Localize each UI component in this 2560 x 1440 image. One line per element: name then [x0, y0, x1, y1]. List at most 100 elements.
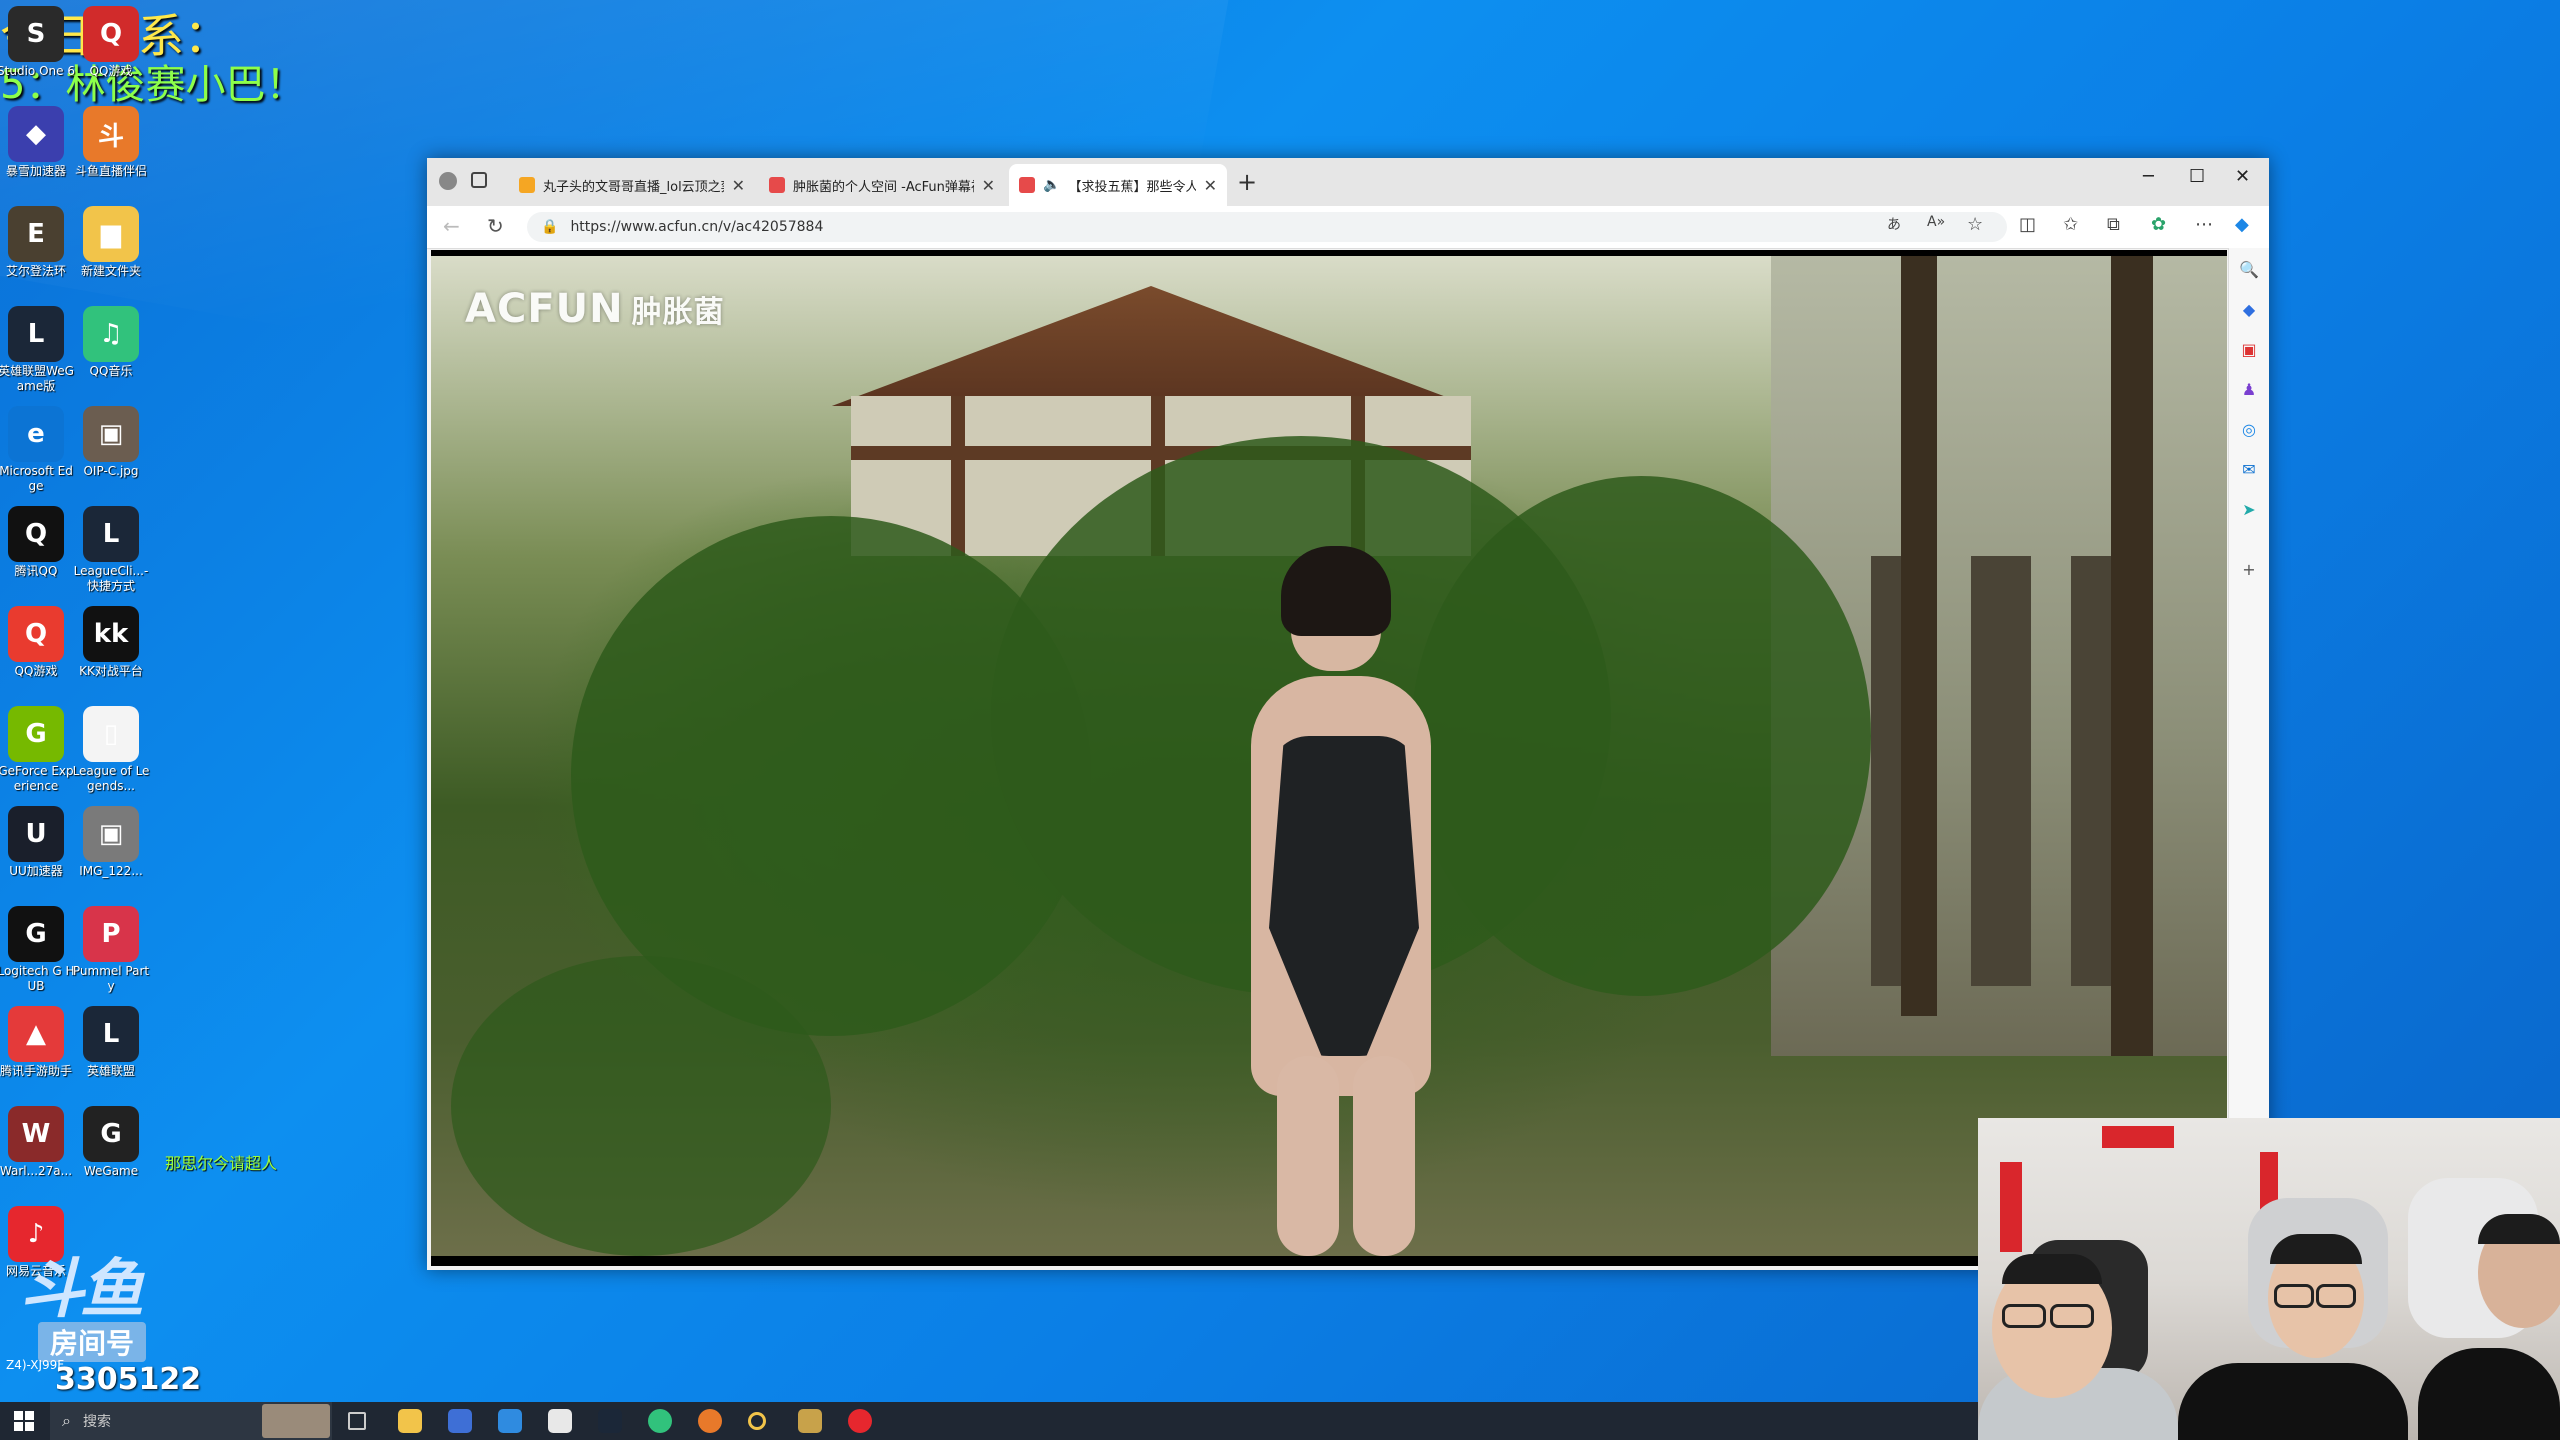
room-number: 3305122: [55, 1362, 202, 1397]
split-screen-icon[interactable]: ◫: [2019, 214, 2036, 235]
read-aloud-icon[interactable]: A»: [1927, 214, 1945, 230]
webcam-banner: [2102, 1126, 2174, 1148]
mail-icon[interactable]: [498, 1409, 522, 1433]
desktop-icon[interactable]: ▯ League of Legends...: [72, 706, 150, 794]
acfun-watermark: ACFUN 肿胀菌: [465, 286, 725, 332]
desktop-icon[interactable]: ♫ QQ音乐: [72, 306, 150, 379]
video-bush: [451, 956, 831, 1256]
video-player[interactable]: ACFUN 肿胀菌: [431, 250, 2227, 1266]
taskbar: ⌕ 搜索: [0, 1402, 1978, 1440]
new-tab-button[interactable]: +: [1237, 168, 1257, 196]
store-icon[interactable]: [448, 1409, 472, 1433]
app-icon[interactable]: [598, 1409, 622, 1433]
tab-acfun-video[interactable]: 🔈 【求投五蕉】那些令人心动 ✕: [1009, 164, 1227, 206]
tools-icon[interactable]: ▣: [2239, 340, 2259, 360]
back-button[interactable]: ←: [443, 214, 460, 238]
tab-audio-icon[interactable]: 🔈: [1043, 177, 1060, 193]
profile-icon[interactable]: [439, 172, 457, 190]
desktop-app-icon: e: [8, 406, 64, 462]
extensions-icon[interactable]: ✿: [2151, 214, 2166, 235]
add-sidebar-icon[interactable]: +: [2239, 560, 2259, 580]
desktop-icon[interactable]: G Logitech G HUB: [0, 906, 75, 994]
desktop-icon[interactable]: Q QQ游戏: [72, 6, 150, 79]
desktop-icon-label: 斗鱼直播伴侣: [74, 164, 147, 178]
desktop-app-icon: ▯: [83, 706, 139, 762]
desktop-app-icon: S: [8, 6, 64, 62]
desktop-icon[interactable]: ▣ OIP-C.jpg: [72, 406, 150, 479]
netease-music-icon[interactable]: [848, 1409, 872, 1433]
desktop-icon-label: UU加速器: [9, 864, 63, 878]
start-button[interactable]: [14, 1411, 34, 1431]
tab-close-icon[interactable]: ✕: [732, 176, 745, 195]
desktop-icon[interactable]: ▲ 腾讯手游助手: [0, 1006, 75, 1079]
desktop-icon[interactable]: ▆ 新建文件夹: [72, 206, 150, 279]
douyu-logo-mark: 斗鱼: [20, 1253, 144, 1327]
close-button[interactable]: ✕: [2235, 166, 2250, 187]
desktop-icon[interactable]: W Warl...27a...: [0, 1106, 75, 1179]
desktop-icon-label: OIP-C.jpg: [83, 464, 139, 478]
outlook-icon[interactable]: ✉: [2239, 460, 2259, 480]
webcam-person-hair: [2002, 1254, 2102, 1284]
tab-actions-icon[interactable]: [471, 172, 487, 188]
search-highlight-image-icon[interactable]: [262, 1404, 330, 1438]
desktop-icon[interactable]: L 英雄联盟WeGame版: [0, 306, 75, 394]
desktop-app-icon: G: [8, 706, 64, 762]
copilot-icon[interactable]: ◆: [2235, 214, 2249, 235]
desktop-icon[interactable]: ◆ 暴雪加速器: [0, 106, 75, 179]
favorite-star-icon[interactable]: ☆: [1967, 214, 1983, 235]
desktop-icon[interactable]: G WeGame: [72, 1106, 150, 1179]
webcam-overlay: [1978, 1118, 2560, 1440]
desktop-icon[interactable]: kk KK对战平台: [72, 606, 150, 679]
office-icon[interactable]: ◎: [2239, 420, 2259, 440]
shopping-icon[interactable]: ◆: [2239, 300, 2259, 320]
qq-music-icon[interactable]: [648, 1409, 672, 1433]
desktop-icon[interactable]: E 艾尔登法环: [0, 206, 75, 279]
tab-acfun-space[interactable]: 肿胀菌的个人空间 -AcFun弹幕视 ✕: [759, 164, 1005, 206]
desktop-icon[interactable]: G GeForce Experience: [0, 706, 75, 794]
desktop-icon[interactable]: L 英雄联盟: [72, 1006, 150, 1079]
desktop-app-icon: W: [8, 1106, 64, 1162]
desktop-icon[interactable]: Q QQ游戏: [0, 606, 75, 679]
more-menu-icon[interactable]: ⋯: [2195, 214, 2213, 235]
tab-douyu-stream[interactable]: 丸子头的文哥哥直播_lol云顶之弈 ✕: [509, 164, 755, 206]
desktop-icon-label: QQ音乐: [89, 364, 133, 378]
tab-close-icon[interactable]: ✕: [1204, 176, 1217, 195]
send-icon[interactable]: ➤: [2239, 500, 2259, 520]
desktop-icon[interactable]: S Studio One 6: [0, 6, 75, 79]
lock-icon[interactable]: 🔒: [541, 219, 558, 235]
desktop-icon[interactable]: U UU加速器: [0, 806, 75, 879]
tab-bar: 丸子头的文哥哥直播_lol云顶之弈 ✕ 肿胀菌的个人空间 -AcFun弹幕视 ✕…: [427, 158, 2269, 206]
desktop-icon[interactable]: L LeagueCli...-快捷方式: [72, 506, 150, 594]
minimize-button[interactable]: ─: [2143, 166, 2154, 187]
video-figure-leg: [1353, 1056, 1415, 1256]
games-icon[interactable]: ♟: [2239, 380, 2259, 400]
task-view-icon[interactable]: [348, 1412, 366, 1430]
douyu-logo: 斗鱼 房间号: [20, 1258, 180, 1362]
desktop-icon-label: LeagueCli...-快捷方式: [73, 564, 149, 593]
desktop-app-icon: L: [83, 1006, 139, 1062]
desktop-icon[interactable]: P Pummel Party: [72, 906, 150, 994]
desktop-icon[interactable]: Q 腾讯QQ: [0, 506, 75, 579]
video-figure-hair: [1281, 546, 1391, 636]
browser-window: 丸子头的文哥哥直播_lol云顶之弈 ✕ 肿胀菌的个人空间 -AcFun弹幕视 ✕…: [427, 158, 2269, 1270]
video-frame: ACFUN 肿胀菌: [431, 256, 2227, 1256]
desktop-icon-label: 新建文件夹: [80, 264, 141, 278]
desktop-app-icon: ♫: [83, 306, 139, 362]
refresh-button[interactable]: ↻: [487, 214, 504, 238]
desktop-icon[interactable]: e Microsoft Edge: [0, 406, 75, 494]
translate-icon[interactable]: あ: [1887, 214, 1901, 234]
league-icon[interactable]: [798, 1409, 822, 1433]
tab-close-icon[interactable]: ✕: [982, 176, 995, 195]
notepad-icon[interactable]: [548, 1409, 572, 1433]
desktop-icon[interactable]: 斗斗鱼直播伴侣: [72, 106, 150, 179]
search-icon[interactable]: 🔍: [2239, 260, 2259, 280]
desktop-app-icon: G: [8, 906, 64, 962]
douyu-assistant-icon[interactable]: [698, 1409, 722, 1433]
file-explorer-icon[interactable]: [398, 1409, 422, 1433]
favorites-icon[interactable]: ✩: [2063, 214, 2078, 235]
address-bar[interactable]: 🔒 https://www.acfun.cn/v/ac42057884: [527, 212, 2007, 242]
app-icon[interactable]: [748, 1412, 766, 1430]
collections-icon[interactable]: ⧉: [2107, 214, 2120, 235]
desktop-icon[interactable]: ▣ IMG_122...: [72, 806, 150, 879]
maximize-button[interactable]: ☐: [2189, 166, 2205, 187]
